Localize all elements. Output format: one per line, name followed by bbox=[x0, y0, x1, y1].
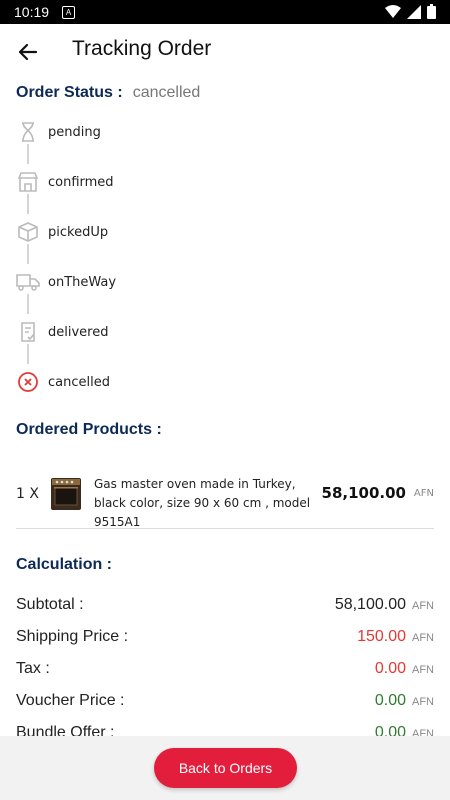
hourglass-icon bbox=[16, 120, 40, 144]
timeline-step-delivered: delivered bbox=[16, 318, 108, 346]
cancel-circle-icon bbox=[16, 370, 40, 394]
page-title: Tracking Order bbox=[72, 37, 212, 60]
calculation-title: Calculation : bbox=[16, 556, 113, 573]
calc-value: 0.00 bbox=[374, 692, 406, 709]
calc-value: 58,100.00 bbox=[334, 596, 406, 613]
signal-icon bbox=[407, 4, 421, 19]
calc-row-voucher: Voucher Price : 0.00 AFN bbox=[16, 692, 434, 709]
order-status: Order Status : cancelled bbox=[16, 84, 200, 102]
product-name: Gas master oven made in Turkey, black co… bbox=[94, 477, 311, 529]
notification-icon: A bbox=[62, 6, 75, 19]
product-image bbox=[50, 477, 82, 511]
timeline-connector bbox=[27, 194, 29, 214]
back-to-orders-button[interactable]: Back to Orders bbox=[154, 748, 297, 788]
timeline-connector bbox=[27, 344, 29, 364]
timeline-connector bbox=[27, 144, 29, 164]
product-row[interactable]: 1 X Gas master oven made in Turkey, blac… bbox=[16, 474, 434, 529]
receipt-icon bbox=[16, 320, 40, 344]
timeline-connector bbox=[27, 244, 29, 264]
timeline-step-pending: pending bbox=[16, 118, 101, 146]
package-icon bbox=[16, 220, 40, 244]
timeline-step-cancelled: cancelled bbox=[16, 368, 110, 396]
status-bar: 10:19 A bbox=[0, 0, 450, 24]
app-bar: Tracking Order bbox=[0, 24, 450, 80]
timeline-connector bbox=[27, 294, 29, 314]
ordered-products-title: Ordered Products : bbox=[16, 421, 162, 438]
product-price: 58,100.00 bbox=[321, 484, 406, 502]
timeline-step-ontheway: onTheWay bbox=[16, 268, 116, 296]
wifi-icon bbox=[385, 4, 401, 18]
product-quantity: 1 X bbox=[16, 486, 39, 502]
clock: 10:19 bbox=[14, 4, 50, 20]
calc-row-subtotal: Subtotal : 58,100.00 AFN bbox=[16, 596, 434, 613]
product-currency: AFN bbox=[413, 488, 434, 499]
truck-icon bbox=[16, 270, 40, 294]
calc-value: 0.00 bbox=[374, 660, 406, 677]
store-icon bbox=[16, 170, 40, 194]
battery-icon bbox=[427, 4, 436, 19]
bottom-action-bar: Back to Orders bbox=[0, 736, 450, 800]
divider bbox=[16, 528, 434, 529]
calc-row-shipping: Shipping Price : 150.00 AFN bbox=[16, 628, 434, 645]
order-status-value: cancelled bbox=[132, 84, 201, 101]
order-status-label: Order Status : bbox=[16, 84, 123, 101]
timeline-step-confirmed: confirmed bbox=[16, 168, 114, 196]
calc-row-tax: Tax : 0.00 AFN bbox=[16, 660, 434, 677]
calc-value: 150.00 bbox=[357, 628, 406, 645]
back-arrow-icon[interactable] bbox=[14, 38, 42, 66]
timeline-step-pickedup: pickedUp bbox=[16, 218, 108, 246]
